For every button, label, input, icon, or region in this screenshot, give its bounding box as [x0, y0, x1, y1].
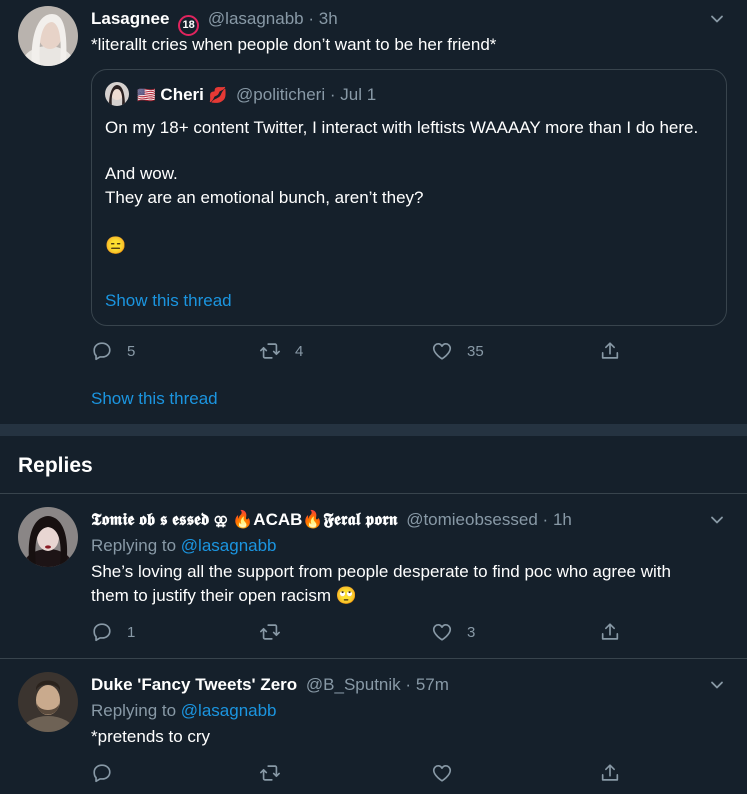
- separator: ·: [329, 85, 336, 104]
- like-count: 3: [467, 623, 476, 641]
- author-line: Duke 'Fancy Tweets' Zero @B_Sputnik · 57…: [91, 674, 449, 696]
- share-button[interactable]: [599, 339, 621, 363]
- share-icon: [599, 340, 621, 362]
- show-thread-link[interactable]: Show this thread: [91, 387, 218, 411]
- retweet-button[interactable]: [259, 620, 295, 644]
- like-icon: [431, 621, 453, 643]
- chevron-down-icon[interactable]: [709, 512, 725, 528]
- share-icon: [599, 621, 621, 643]
- author-line: 𝕿𝖔𝖒𝖎𝖊 𝖔𝖇 𝖘 𝖊𝖘𝖘𝖊𝖉 ⚢ 🔥ACAB🔥𝕱𝖊𝖗𝖆𝖑 𝖕𝖔𝖗𝖓 @tom…: [91, 509, 572, 531]
- reply-tweet[interactable]: Duke 'Fancy Tweets' Zero @B_Sputnik · 57…: [0, 659, 747, 794]
- replies-heading: Replies: [18, 454, 93, 477]
- separator: ·: [308, 9, 315, 28]
- reply-button[interactable]: 5: [91, 339, 135, 363]
- like-count: 35: [467, 342, 484, 360]
- handle[interactable]: @tomieobsessed: [406, 510, 538, 529]
- share-button[interactable]: [599, 620, 621, 644]
- handle[interactable]: @lasagnabb: [208, 9, 304, 28]
- quote-paragraph-2-line-2: They are an emotional bunch, aren’t they…: [105, 188, 424, 207]
- display-name[interactable]: 𝕿𝖔𝖒𝖎𝖊 𝖔𝖇 𝖘 𝖊𝖘𝖘𝖊𝖉 ⚢ 🔥ACAB🔥𝕱𝖊𝖗𝖆𝖑 𝖕𝖔𝖗𝖓: [91, 510, 397, 529]
- reply-button[interactable]: [91, 761, 113, 785]
- quote-author-line: 🇺🇸 Cheri 💋 @politicheri · Jul 1: [137, 84, 376, 106]
- retweet-button[interactable]: 4: [259, 339, 303, 363]
- quoted-tweet[interactable]: 🇺🇸 Cheri 💋 @politicheri · Jul 1 On my 18…: [91, 69, 727, 326]
- author-line: Lasagnee 18 @lasagnabb · 3h: [91, 8, 338, 36]
- lips-icon: 💋: [208, 87, 228, 104]
- separator: ·: [405, 675, 412, 694]
- retweet-icon: [259, 340, 281, 362]
- like-button[interactable]: 3: [431, 620, 475, 644]
- section-divider: [0, 424, 747, 436]
- replying-to-link[interactable]: @lasagnabb: [181, 536, 277, 555]
- retweet-icon: [259, 621, 281, 643]
- retweet-count: 4: [295, 342, 304, 360]
- chevron-down-icon[interactable]: [709, 11, 725, 27]
- avatar[interactable]: [18, 6, 78, 66]
- share-icon: [599, 762, 621, 784]
- quote-text: On my 18+ content Twitter, I interact wi…: [105, 116, 702, 258]
- timestamp[interactable]: 1h: [553, 510, 572, 529]
- timestamp[interactable]: 57m: [416, 675, 449, 694]
- tweet-actions: [91, 761, 621, 785]
- retweet-button[interactable]: [259, 761, 281, 785]
- share-button[interactable]: [599, 761, 621, 785]
- quote-paragraph-1: On my 18+ content Twitter, I interact wi…: [105, 118, 699, 137]
- tweet-text: *literallt cries when people don’t want …: [91, 35, 497, 54]
- quote-handle: @politicheri: [236, 85, 326, 104]
- main-tweet[interactable]: Lasagnee 18 @lasagnabb · 3h *literallt c…: [0, 0, 747, 424]
- chevron-down-icon[interactable]: [709, 677, 725, 693]
- like-icon: [431, 762, 453, 784]
- reply-icon: [91, 762, 113, 784]
- tweet-text: *pretends to cry: [91, 727, 211, 746]
- replying-to-prefix: Replying to: [91, 536, 177, 555]
- us-flag-icon: 🇺🇸: [137, 87, 156, 104]
- reply-button[interactable]: 1: [91, 620, 135, 644]
- reply-tweet[interactable]: 𝕿𝖔𝖒𝖎𝖊 𝖔𝖇 𝖘 𝖊𝖘𝖘𝖊𝖉 ⚢ 🔥ACAB🔥𝕱𝖊𝖗𝖆𝖑 𝖕𝖔𝖗𝖓 @tom…: [0, 494, 747, 658]
- reply-icon: [91, 621, 113, 643]
- tweet-actions: 5 4 35: [91, 339, 621, 363]
- display-name[interactable]: Duke 'Fancy Tweets' Zero: [91, 675, 297, 694]
- avatar[interactable]: [18, 507, 78, 567]
- replying-to-line: Replying to @lasagnabb: [91, 699, 707, 723]
- quote-display-name: Cheri: [160, 85, 204, 104]
- replying-to-link[interactable]: @lasagnabb: [181, 701, 277, 720]
- reply-icon: [91, 340, 113, 362]
- timestamp[interactable]: 3h: [319, 9, 338, 28]
- quote-paragraph-2-line-1: And wow.: [105, 164, 178, 183]
- like-button[interactable]: [431, 761, 453, 785]
- tweet-actions: 1 3: [91, 620, 621, 644]
- like-button[interactable]: 35: [431, 339, 484, 363]
- replying-to-prefix: Replying to: [91, 701, 177, 720]
- expressionless-face-icon: 😑: [105, 236, 127, 255]
- avatar[interactable]: [18, 672, 78, 732]
- handle[interactable]: @B_Sputnik: [306, 675, 401, 694]
- tweet-text: She’s loving all the support from people…: [91, 562, 671, 605]
- quote-avatar: [105, 82, 129, 106]
- reply-count: 5: [127, 342, 136, 360]
- display-name[interactable]: Lasagnee: [91, 9, 169, 28]
- quote-timestamp: Jul 1: [340, 85, 377, 104]
- like-icon: [431, 340, 453, 362]
- reply-count: 1: [127, 623, 136, 641]
- quote-show-thread-link[interactable]: Show this thread: [105, 289, 232, 313]
- replying-to-line: Replying to @lasagnabb: [91, 534, 707, 558]
- retweet-icon: [259, 762, 281, 784]
- separator: ·: [542, 510, 549, 529]
